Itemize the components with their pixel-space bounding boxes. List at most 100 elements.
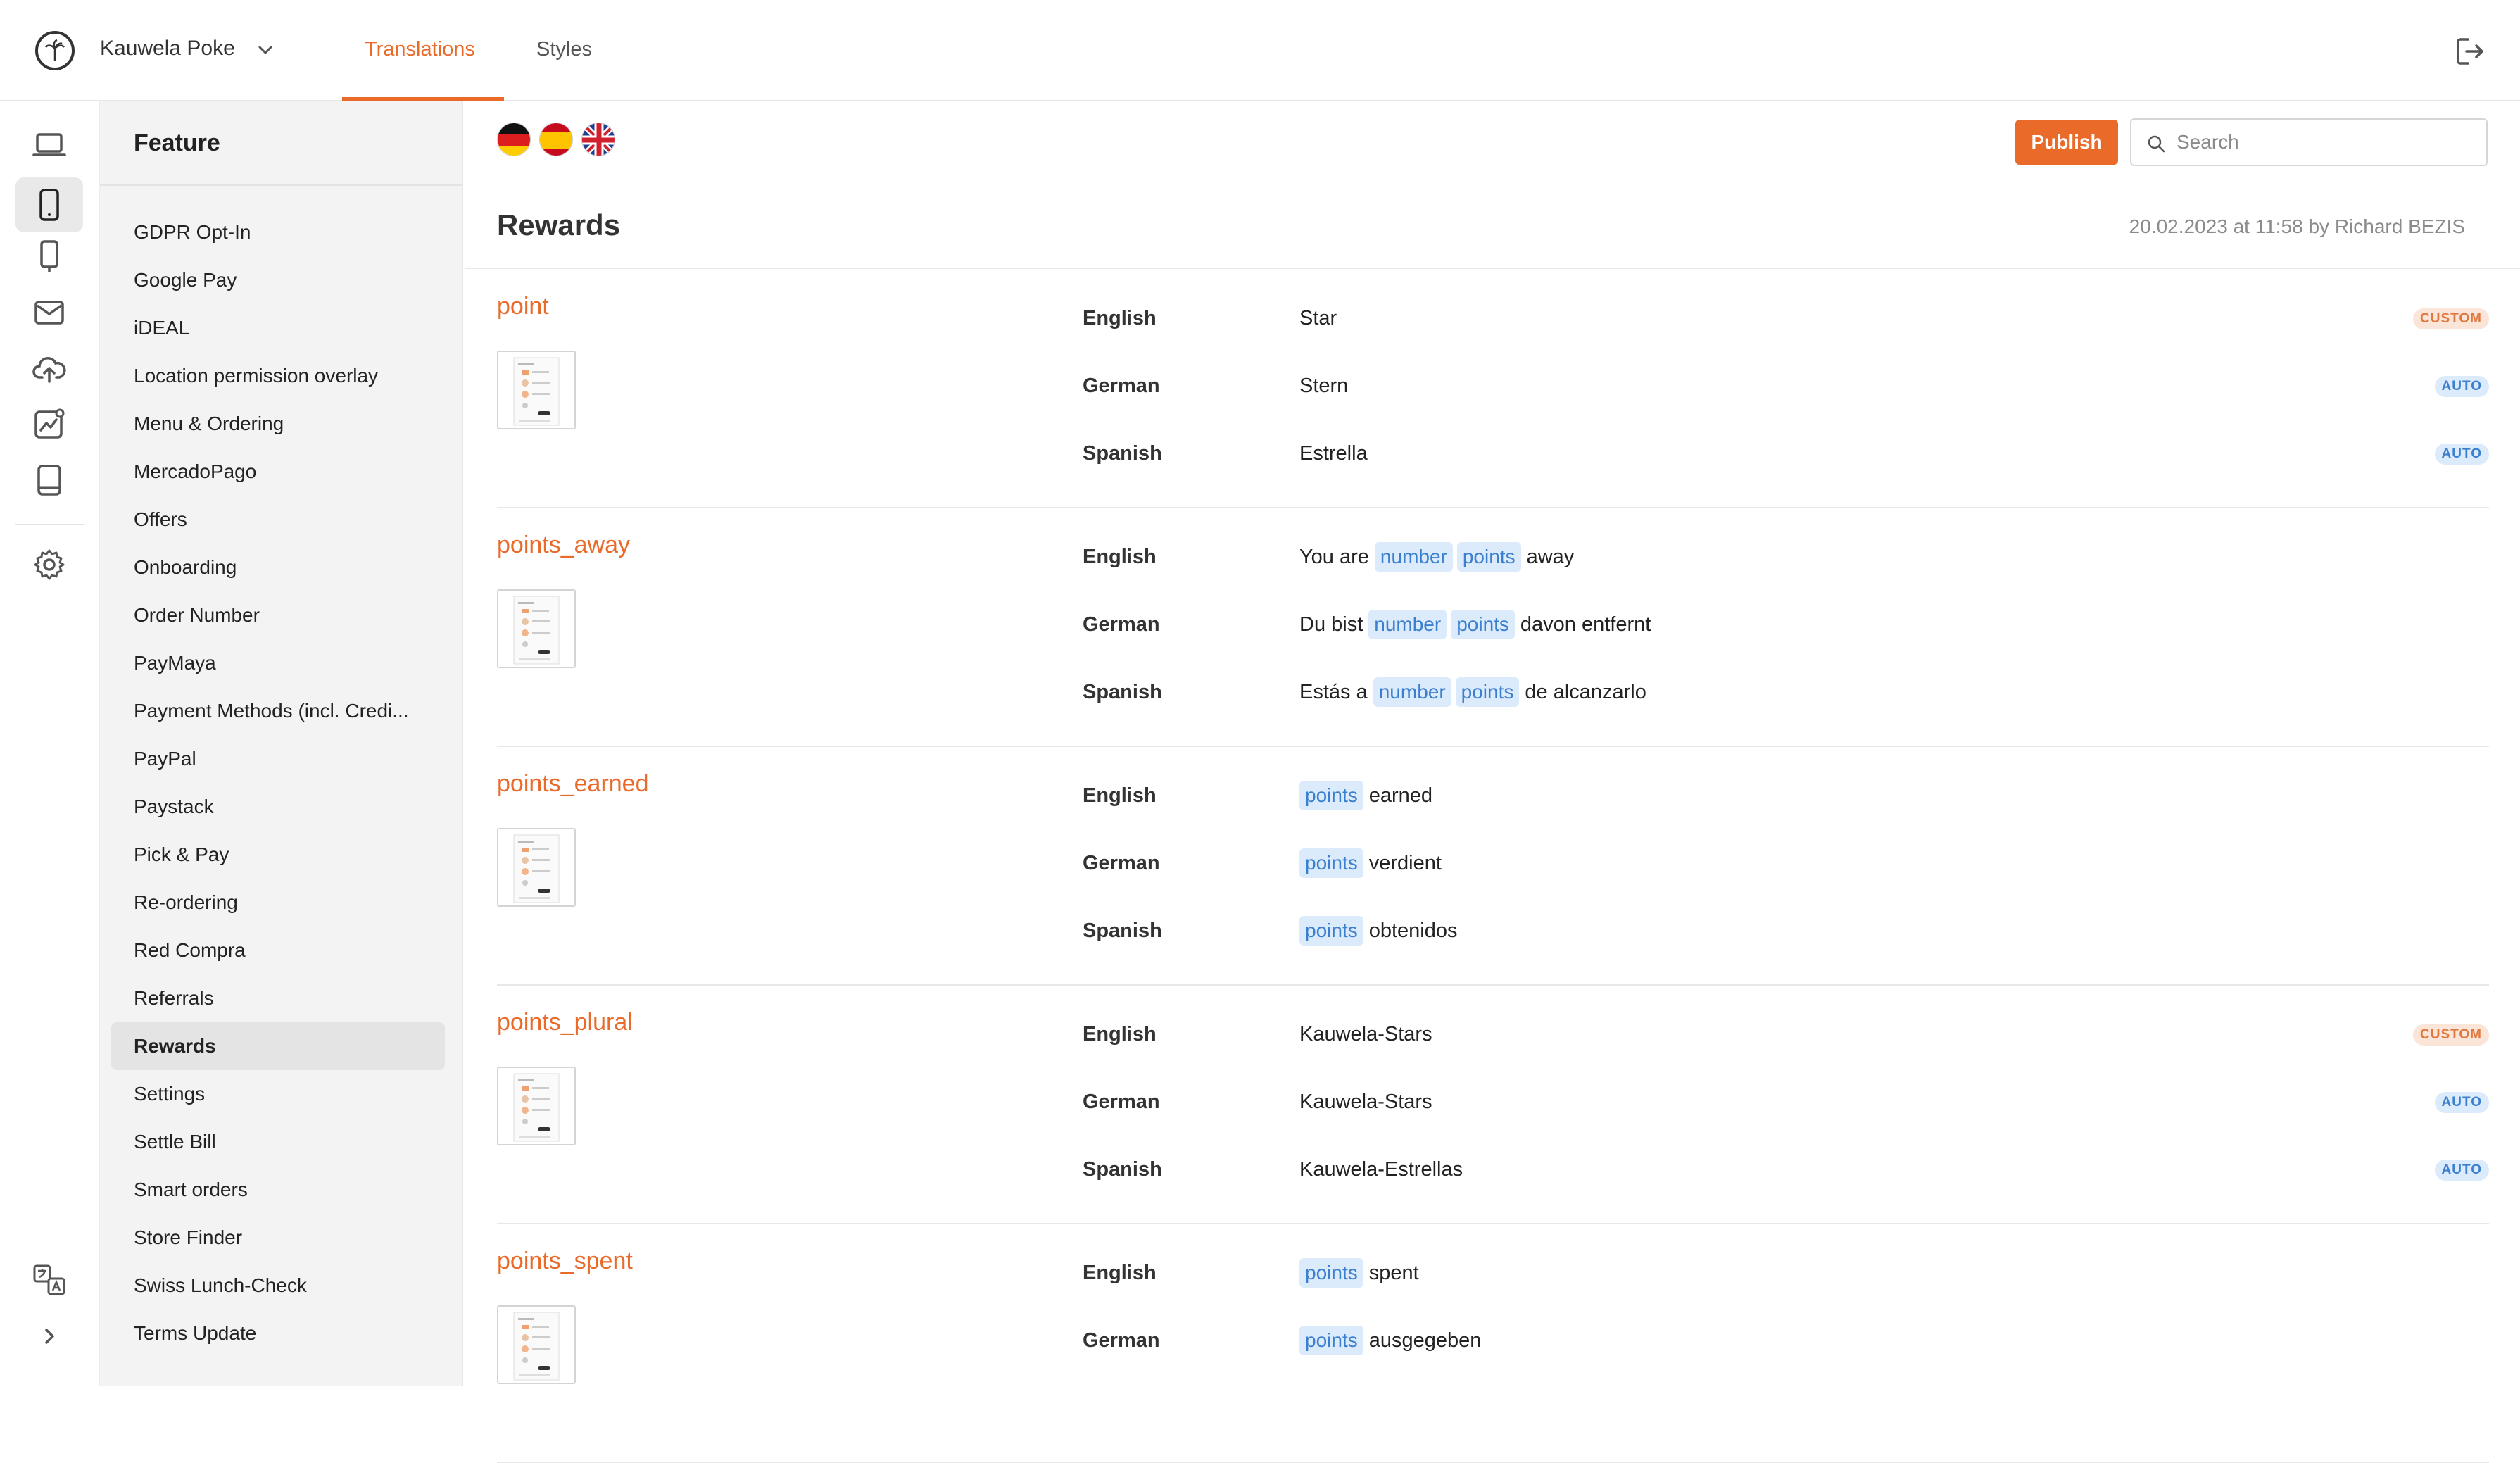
chevron-right-icon[interactable] (32, 1319, 66, 1353)
language-label: Spanish (1083, 1158, 1162, 1181)
language-label: English (1083, 307, 1157, 329)
translation-text: You are (1299, 546, 1369, 568)
translation-value[interactable]: You are number points away (1299, 536, 1574, 578)
laptop-icon[interactable] (32, 128, 66, 162)
feature-item[interactable]: MercadoPago (111, 448, 445, 496)
brand-logo-icon[interactable] (35, 31, 75, 70)
language-label: German (1083, 852, 1160, 874)
flag-germany-icon[interactable] (497, 123, 531, 156)
flag-uk-icon[interactable] (581, 123, 615, 156)
placeholder-chip: points (1455, 677, 1520, 707)
translation-source-badge: AUTO (2434, 376, 2489, 397)
settings-icon[interactable] (32, 548, 66, 582)
translation-value[interactable]: Kauwela-Stars (1299, 1081, 1432, 1123)
translation-value[interactable]: Estrella (1299, 432, 1368, 475)
feature-item[interactable]: Settings (111, 1070, 445, 1118)
translation-value[interactable]: points spent (1299, 1252, 1419, 1294)
translation-row: English You are number points away (497, 536, 2489, 578)
translation-row: English points spent (497, 1252, 2489, 1294)
feature-item[interactable]: Swiss Lunch-Check (111, 1262, 445, 1310)
language-label: English (1083, 546, 1157, 568)
placeholder-chip: number (1373, 677, 1451, 707)
publish-button[interactable]: Publish (2015, 120, 2118, 165)
main-content: Publish Rewards 20.02.2023 at 11:58 by R… (465, 101, 2520, 1463)
top-bar: Kauwela Poke Translations Styles (0, 0, 2520, 101)
placeholder-chip: points (1299, 916, 1363, 946)
translation-value[interactable]: Kauwela-Estrellas (1299, 1148, 1463, 1191)
tablet-icon[interactable] (32, 463, 66, 497)
translation-entry: points_spent English points spent German poin… (497, 1224, 2489, 1463)
feature-item[interactable]: Store Finder (111, 1214, 445, 1262)
feature-item[interactable]: Referrals (111, 974, 445, 1022)
language-label: English (1083, 784, 1157, 807)
translation-value[interactable]: Star (1299, 297, 1337, 339)
translate-icon[interactable] (32, 1263, 66, 1297)
translation-text: verdient (1368, 852, 1442, 874)
language-label: German (1083, 1329, 1160, 1352)
phone-icon[interactable] (15, 177, 83, 232)
cloud-upload-icon[interactable] (32, 352, 66, 386)
translation-row: German points verdient (497, 842, 2489, 884)
chevron-down-icon[interactable] (255, 39, 276, 61)
translation-row: German Kauwela-Stars AUTO (497, 1081, 2489, 1123)
search-input[interactable] (2176, 127, 2472, 158)
feature-panel-title: Feature (134, 130, 220, 156)
language-label: English (1083, 1023, 1157, 1046)
flag-spain-icon[interactable] (539, 123, 573, 156)
search-field[interactable] (2130, 118, 2488, 166)
active-tab-indicator (342, 97, 504, 101)
placeholder-chip: points (1299, 848, 1363, 878)
feature-item[interactable]: Pick & Pay (111, 831, 445, 879)
feature-item[interactable]: Onboarding (111, 544, 445, 591)
tab-styles[interactable]: Styles (536, 38, 592, 61)
kiosk-icon[interactable] (32, 239, 66, 273)
translation-text: Estrella (1299, 442, 1368, 465)
mail-icon[interactable] (32, 296, 66, 329)
translation-entry: points_earned English points earned German po… (497, 746, 2489, 986)
analytics-icon[interactable] (32, 407, 66, 441)
feature-item[interactable]: PayPal (111, 735, 445, 783)
translation-text: Kauwela-Estrellas (1299, 1158, 1463, 1181)
translation-row: Spanish Estrella AUTO (497, 432, 2489, 475)
feature-item[interactable]: Red Compra (111, 927, 445, 974)
feature-item[interactable]: Terms Update (111, 1310, 445, 1357)
feature-item[interactable]: Menu & Ordering (111, 400, 445, 448)
placeholder-chip: points (1299, 1258, 1363, 1288)
translation-value[interactable]: Kauwela-Stars (1299, 1013, 1432, 1055)
translation-text: Star (1299, 307, 1337, 329)
translation-source-badge: CUSTOM (2413, 308, 2489, 329)
feature-item[interactable]: Smart orders (111, 1166, 445, 1214)
translation-value[interactable]: Stern (1299, 365, 1348, 407)
translation-entry: point English Star CUSTOM German Stern AUTO Spa… (497, 269, 2489, 508)
translation-value[interactable]: Du bist number points davon entfernt (1299, 603, 1651, 646)
translation-row: German Stern AUTO (497, 365, 2489, 407)
feature-item[interactable]: iDEAL (111, 304, 445, 352)
feature-item[interactable]: Payment Methods (incl. Credi... (111, 687, 445, 735)
feature-item[interactable]: Google Pay (111, 256, 445, 304)
feature-item[interactable]: PayMaya (111, 639, 445, 687)
language-label: Spanish (1083, 919, 1162, 942)
feature-item[interactable]: Rewards (111, 1022, 445, 1070)
translation-row: English points earned (497, 774, 2489, 817)
translation-value[interactable]: points earned (1299, 774, 1432, 817)
feature-item[interactable]: Offers (111, 496, 445, 544)
translation-value[interactable]: points obtenidos (1299, 910, 1458, 952)
feature-item[interactable]: Order Number (111, 591, 445, 639)
translation-value[interactable]: points ausgegeben (1299, 1319, 1481, 1362)
feature-item[interactable]: Re-ordering (111, 879, 445, 927)
feature-item[interactable]: Location permission overlay (111, 352, 445, 400)
placeholder-chip: points (1299, 781, 1363, 810)
brand-name[interactable]: Kauwela Poke (100, 37, 235, 61)
translation-text: davon entfernt (1520, 613, 1651, 636)
tab-translations[interactable]: Translations (365, 38, 475, 61)
translation-row: Spanish points obtenidos (497, 910, 2489, 952)
language-label: English (1083, 1262, 1157, 1284)
logout-icon[interactable] (2454, 35, 2486, 68)
feature-item[interactable]: GDPR Opt-In (111, 208, 445, 256)
translation-text: Kauwela-Stars (1299, 1023, 1432, 1046)
translation-value[interactable]: points verdient (1299, 842, 1442, 884)
feature-item[interactable]: Paystack (111, 783, 445, 831)
rail-divider (15, 524, 84, 525)
feature-item[interactable]: Settle Bill (111, 1118, 445, 1166)
translation-value[interactable]: Estás a number points de alcanzarlo (1299, 671, 1646, 713)
